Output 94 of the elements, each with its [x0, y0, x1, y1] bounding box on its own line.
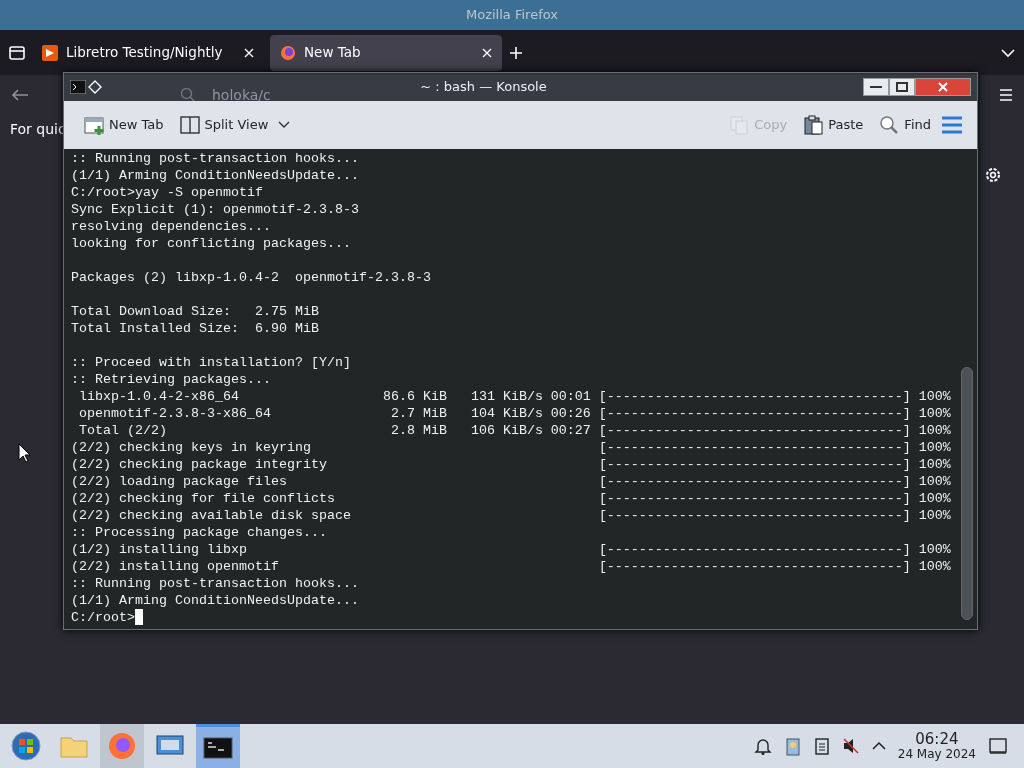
percent-text: 100%	[918, 456, 951, 473]
terminal-line: (2/2) loading package files	[71, 473, 288, 490]
download-size: 86.6 KiB	[382, 388, 447, 405]
clock-time: 06:24	[915, 731, 959, 748]
terminal-line: Total (2/2)	[78, 422, 168, 439]
browser-tab[interactable]: Libretro Testing/Nightly	[32, 34, 264, 71]
minimize-icon	[870, 86, 882, 88]
progress-bar-text: [-------------------------------------]	[598, 456, 911, 473]
terminal-line: Sync Explicit (1): openmotif-2.3.8-3	[71, 201, 359, 218]
window-title: Mozilla Firefox	[466, 6, 558, 25]
progress-bar-text: [-------------------------------------]	[598, 422, 911, 439]
terminal-line: C:/root>	[71, 609, 135, 626]
terminal-line: :: Running post-transaction hooks...	[71, 575, 359, 592]
settings-icon[interactable]	[984, 166, 1002, 184]
terminal-line: (2/2) checking keys in keyring	[71, 439, 312, 456]
download-rate: 104 KiB/s	[470, 405, 543, 422]
download-size: 2.8 MiB	[389, 422, 447, 439]
percent-text: 100%	[918, 405, 951, 422]
firefox-icon	[280, 44, 296, 61]
clock-date: 24 May 2024	[897, 747, 976, 761]
close-icon	[937, 81, 949, 93]
terminal-line: (2/2) checking for file conflicts	[71, 490, 336, 507]
terminal-line: Total Installed Size: 6.90 MiB	[71, 320, 319, 337]
new-tab-icon	[84, 115, 104, 135]
terminal-line: C:/root>yay -S openmotif	[71, 184, 263, 201]
search-icon	[879, 115, 900, 135]
progress-bar-text: [-------------------------------------]	[598, 558, 911, 575]
minimize-button[interactable]	[863, 78, 889, 96]
terminal-line: (2/2) checking available disk space	[71, 507, 352, 524]
window-title: ~ : bash — Konsole	[420, 78, 547, 97]
progress-bar-text: [-------------------------------------]	[598, 541, 911, 558]
close-icon[interactable]	[244, 47, 254, 58]
site-icon	[42, 44, 58, 61]
browser-tab[interactable]: New Tab	[270, 34, 502, 71]
percent-text: 100%	[918, 439, 951, 456]
close-icon[interactable]	[482, 47, 492, 58]
percent-text: 100%	[918, 558, 951, 575]
percent-text: 100%	[918, 473, 951, 490]
percent-text: 100%	[918, 541, 951, 558]
percent-text: 100%	[918, 507, 951, 524]
scrollbar-thumb[interactable]	[961, 367, 973, 620]
terminal-line: Packages (2) libxp-1.0.4-2 openmotif-2.3.8-3	[71, 269, 431, 286]
toolbar-button[interactable]: Paste	[797, 111, 870, 139]
bell-icon[interactable]	[753, 737, 772, 755]
elapsed-time: 00:27	[550, 422, 591, 439]
address-text: holoka/c	[212, 85, 271, 105]
download-size: 2.7 MiB	[389, 405, 447, 422]
maximize-icon	[896, 82, 908, 92]
progress-bar-text: [-------------------------------------]	[598, 507, 911, 524]
elapsed-time: 00:01	[550, 388, 591, 405]
percent-text: 100%	[918, 490, 951, 507]
tab-list-icon[interactable]	[8, 43, 26, 62]
show-desktop-icon[interactable]	[988, 737, 1008, 755]
close-button[interactable]	[915, 78, 971, 96]
terminal-line: (1/1) Arming ConditionNeedsUpdate...	[71, 167, 359, 184]
terminal-line: (1/1) Arming ConditionNeedsUpdate...	[71, 592, 359, 609]
maximize-button[interactable]	[889, 78, 915, 96]
terminal-line: looking for conflicting packages...	[71, 235, 351, 252]
terminal-line: resolving dependencies...	[71, 218, 271, 235]
mouse-pointer-icon	[18, 443, 32, 463]
progress-bar-text: [-------------------------------------]	[598, 473, 911, 490]
content-text: For quic	[10, 121, 66, 137]
terminal-line: (2/2) checking package integrity	[71, 456, 328, 473]
terminal-icon	[70, 80, 86, 94]
firefox-icon	[106, 730, 138, 762]
plus-icon[interactable]	[508, 44, 524, 61]
terminal-line: :: Proceed with installation? [Y/n]	[71, 354, 351, 371]
percent-text: 100%	[918, 388, 951, 405]
download-rate: 131 KiB/s	[470, 388, 543, 405]
taskbar-item[interactable]	[196, 724, 240, 768]
toolbar-button[interactable]: New Tab	[78, 111, 170, 139]
terminal-line: :: Processing package changes...	[71, 524, 327, 541]
download-rate: 106 KiB/s	[470, 422, 543, 439]
back-arrow-icon[interactable]	[10, 87, 30, 103]
split-view-icon	[179, 115, 200, 135]
terminal-line: :: Retrieving packages...	[71, 371, 271, 388]
terminal-line: libxp-1.0.4-2-x86_64	[78, 388, 240, 405]
muted-speaker-icon[interactable]	[841, 737, 860, 755]
terminal-line: (1/2) installing libxp	[71, 541, 248, 558]
elapsed-time: 00:26	[550, 405, 591, 422]
menu-icon[interactable]	[998, 87, 1014, 103]
terminal-line: (2/2) installing openmotif	[71, 558, 280, 575]
progress-bar-text: [-------------------------------------]	[598, 490, 911, 507]
progress-bar-text: [-------------------------------------]	[598, 388, 911, 405]
progress-bar-text: [-------------------------------------]	[598, 405, 911, 422]
toolbar-button[interactable]: Find	[873, 111, 937, 139]
terminal-line: Total Download Size: 2.75 MiB	[71, 303, 319, 320]
toolbar-button[interactable]: Split View	[173, 111, 275, 139]
start-orb-icon	[10, 730, 42, 762]
terminal-line: openmotif-2.3.8-3-x86_64	[78, 405, 272, 422]
search-icon	[180, 87, 196, 103]
terminal-line: :: Running post-transaction hooks...	[71, 150, 359, 167]
progress-bar-text: [-------------------------------------]	[598, 439, 911, 456]
percent-text: 100%	[918, 422, 951, 439]
